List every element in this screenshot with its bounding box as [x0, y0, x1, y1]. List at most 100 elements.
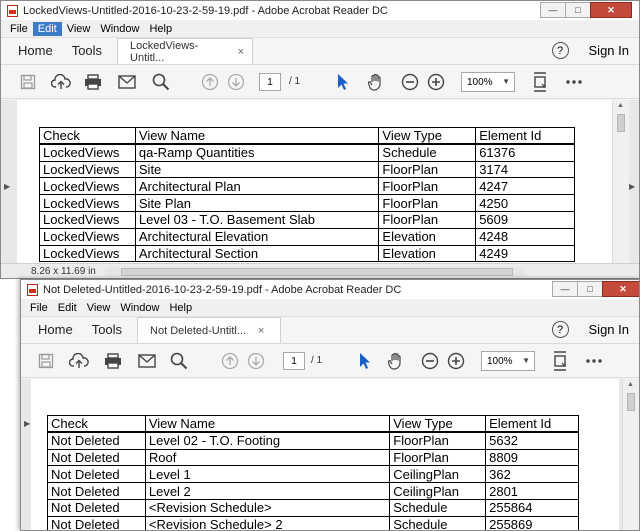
- email-icon[interactable]: [135, 344, 159, 378]
- zoom-out-icon[interactable]: [419, 344, 441, 378]
- cloud-upload-icon[interactable]: [49, 65, 73, 99]
- left-pane-arrow-icon[interactable]: ▶: [24, 419, 30, 428]
- menu-file[interactable]: File: [25, 301, 53, 315]
- cell-check: Not Deleted: [47, 465, 146, 484]
- zoom-select[interactable]: 100% ▼: [481, 351, 535, 371]
- minimize-button[interactable]: —: [552, 281, 578, 297]
- horizontal-scroll-thumb[interactable]: [121, 268, 513, 276]
- tab-tools[interactable]: Tools: [62, 43, 111, 64]
- page-number-input[interactable]: 1: [283, 352, 305, 370]
- cell-check: Not Deleted: [47, 515, 146, 530]
- select-tool-icon[interactable]: [333, 65, 353, 99]
- zoom-in-icon[interactable]: [445, 344, 467, 378]
- tab-tools[interactable]: Tools: [82, 322, 131, 343]
- search-icon[interactable]: [149, 65, 173, 99]
- save-icon[interactable]: [35, 344, 57, 378]
- minimize-button[interactable]: —: [540, 2, 566, 18]
- document-tab[interactable]: LockedViews-Untitl... ×: [117, 38, 254, 64]
- scroll-up-icon[interactable]: ▲: [617, 102, 624, 109]
- menu-view[interactable]: View: [82, 301, 116, 315]
- scroll-thumb[interactable]: [627, 393, 635, 411]
- email-icon[interactable]: [115, 65, 139, 99]
- maximize-button[interactable]: □: [565, 2, 591, 18]
- window-controls: — □ ✕: [540, 2, 632, 18]
- table-row: LockedViews Architectural Plan FloorPlan 42…: [39, 177, 575, 196]
- menu-help[interactable]: Help: [144, 22, 177, 36]
- maximize-button[interactable]: □: [577, 281, 603, 297]
- header-view-type: View Type: [389, 415, 487, 434]
- menu-help[interactable]: Help: [164, 301, 197, 315]
- title-bar[interactable]: Not Deleted-Untitled-2016-10-23-2-59-19.…: [21, 280, 639, 299]
- help-icon[interactable]: ?: [551, 42, 569, 59]
- vertical-scrollbar[interactable]: ▲: [622, 379, 639, 530]
- cell-view-type: FloorPlan: [378, 160, 477, 179]
- scroll-thumb[interactable]: [617, 114, 625, 132]
- cell-check: LockedViews: [39, 210, 136, 229]
- table-row: Not Deleted Level 2 CeilingPlan 2801: [47, 482, 579, 500]
- left-pane-arrow-icon[interactable]: ▶: [4, 182, 10, 191]
- cell-check: LockedViews: [39, 244, 136, 263]
- chevron-down-icon: ▼: [502, 77, 510, 86]
- previous-page-icon[interactable]: [199, 65, 221, 99]
- close-tab-icon[interactable]: ×: [258, 325, 264, 337]
- cell-view-type: CeilingPlan: [389, 482, 487, 500]
- menu-file[interactable]: File: [5, 22, 33, 36]
- header-element-id: Element Id: [475, 127, 575, 146]
- menu-edit[interactable]: Edit: [53, 301, 82, 315]
- help-icon[interactable]: ?: [551, 321, 569, 338]
- hand-tool-icon[interactable]: [385, 344, 407, 378]
- menu-bar: File Edit View Window Help: [1, 20, 639, 38]
- right-pane-arrow-icon[interactable]: ▶: [629, 182, 635, 191]
- vertical-scrollbar[interactable]: ▲: [612, 100, 629, 263]
- fit-page-icon[interactable]: [549, 344, 571, 378]
- cloud-upload-icon[interactable]: [67, 344, 91, 378]
- status-bar: 8.26 x 11.69 in: [1, 263, 639, 278]
- cell-view-name: Level 1: [144, 465, 391, 484]
- zoom-in-icon[interactable]: [425, 65, 447, 99]
- close-tab-icon[interactable]: ×: [238, 46, 244, 58]
- sign-in-link[interactable]: Sign In: [589, 43, 629, 58]
- document-tab[interactable]: Not Deleted-Untitl... ×: [137, 317, 282, 343]
- nav-bar: Home Tools LockedViews-Untitl... × ? Sig…: [1, 38, 639, 65]
- cell-view-name: Architectural Section: [134, 244, 380, 263]
- document-viewport: ▶ Check View Name View Type Element Id N…: [21, 379, 639, 530]
- cell-view-name: qa-Ramp Quantities: [134, 143, 380, 162]
- cell-element-id: 4247: [475, 177, 575, 196]
- horizontal-scrollbar[interactable]: [105, 267, 525, 277]
- table-row: Not Deleted Level 1 CeilingPlan 362: [47, 465, 579, 484]
- more-options-icon[interactable]: [563, 65, 585, 99]
- menu-view[interactable]: View: [62, 22, 96, 36]
- cell-view-type: FloorPlan: [389, 448, 487, 467]
- sign-in-link[interactable]: Sign In: [589, 322, 629, 337]
- close-button[interactable]: ✕: [590, 2, 632, 18]
- fit-page-icon[interactable]: [529, 65, 551, 99]
- cell-check: Not Deleted: [47, 482, 146, 500]
- search-icon[interactable]: [167, 344, 191, 378]
- print-icon[interactable]: [81, 65, 105, 99]
- previous-page-icon[interactable]: [219, 344, 241, 378]
- table-row: LockedViews Level 03 - T.O. Basement Slab…: [39, 210, 575, 229]
- tab-home[interactable]: Home: [8, 43, 62, 64]
- page-number-input[interactable]: 1: [259, 73, 281, 91]
- title-bar[interactable]: LockedViews-Untitled-2016-10-23-2-59-19.…: [1, 1, 639, 20]
- next-page-icon[interactable]: [245, 344, 267, 378]
- print-icon[interactable]: [101, 344, 125, 378]
- zoom-out-icon[interactable]: [399, 65, 421, 99]
- cell-view-type: Schedule: [389, 515, 487, 530]
- menu-edit[interactable]: Edit: [32, 21, 62, 36]
- table-row: LockedViews Architectural Elevation Elevat…: [39, 227, 575, 246]
- nav-right: ? Sign In: [551, 321, 629, 338]
- scroll-up-icon[interactable]: ▲: [627, 381, 634, 388]
- hand-tool-icon[interactable]: [365, 65, 387, 99]
- tab-home[interactable]: Home: [28, 322, 82, 343]
- save-icon[interactable]: [17, 65, 39, 99]
- menu-window[interactable]: Window: [115, 301, 164, 315]
- zoom-select[interactable]: 100% ▼: [461, 72, 515, 92]
- close-button[interactable]: ✕: [602, 281, 639, 297]
- cell-check: LockedViews: [39, 160, 136, 179]
- menu-window[interactable]: Window: [95, 22, 144, 36]
- more-options-icon[interactable]: [583, 344, 605, 378]
- next-page-icon[interactable]: [225, 65, 247, 99]
- header-view-name: View Name: [134, 127, 380, 146]
- select-tool-icon[interactable]: [355, 344, 375, 378]
